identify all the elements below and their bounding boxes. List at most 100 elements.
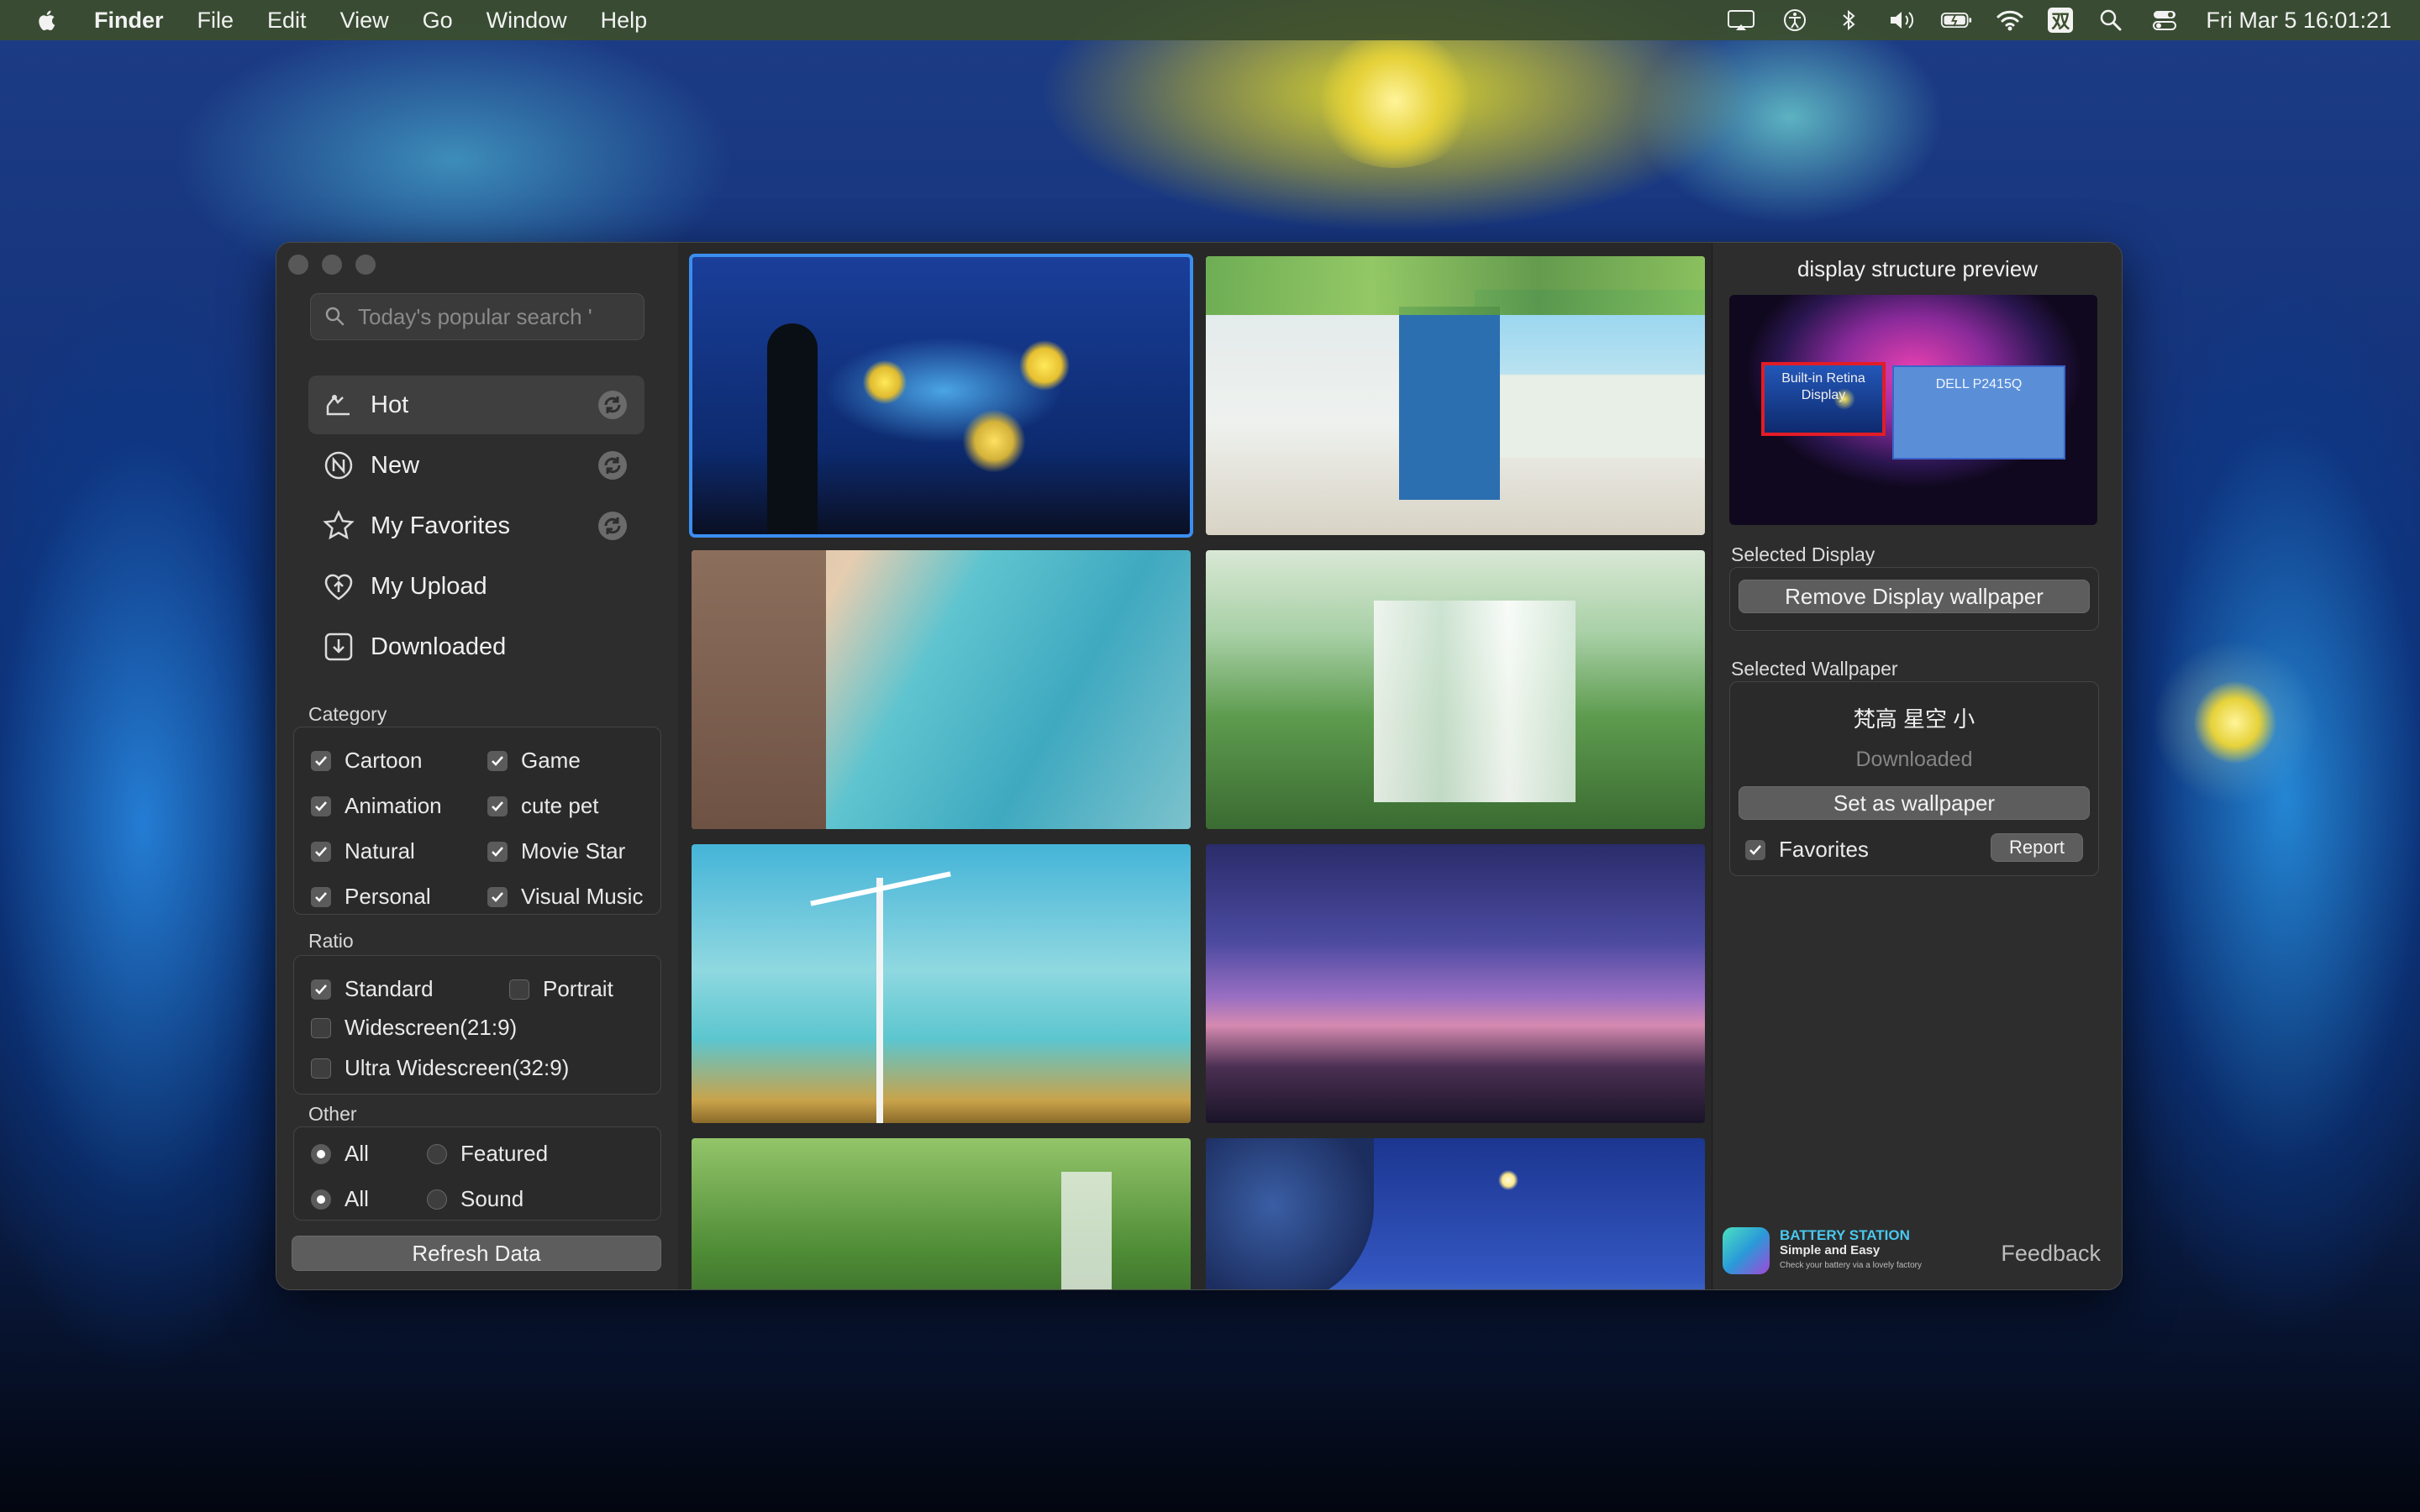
wifi-icon[interactable] <box>1994 8 2026 33</box>
nav-item-new[interactable]: New <box>308 436 644 495</box>
wallpaper-grid[interactable] <box>678 243 1712 1289</box>
menu-help[interactable]: Help <box>601 8 648 34</box>
menu-view[interactable]: View <box>340 8 389 34</box>
thumbnail-art <box>767 323 818 533</box>
wallpaper-thumbnail-starry-night[interactable] <box>689 254 1193 538</box>
refresh-new-icon[interactable] <box>596 449 629 482</box>
thumbnail-art <box>1399 307 1500 500</box>
checkbox-checked-icon <box>487 750 508 771</box>
category-personal[interactable]: Personal <box>311 884 431 910</box>
nav-item-label: My Upload <box>371 572 487 600</box>
other-row1-all[interactable]: All <box>311 1141 369 1167</box>
download-icon <box>322 630 355 664</box>
other-row2-sound[interactable]: Sound <box>427 1186 523 1212</box>
volume-icon[interactable] <box>1886 8 1918 33</box>
favorites-label: Favorites <box>1779 837 1869 862</box>
wallpaper-star-glow <box>1311 34 1479 168</box>
close-window-button[interactable] <box>288 255 308 275</box>
menu-bar-clock[interactable]: Fri Mar 5 16:01:21 <box>2206 8 2391 34</box>
checkbox-unchecked-icon <box>311 1058 331 1079</box>
category-animation[interactable]: Animation <box>311 793 442 819</box>
report-button[interactable]: Report <box>1991 833 2083 862</box>
menu-bar-status-area: 双 Fri Mar 5 16:01:21 <box>1703 0 2391 40</box>
screen-mirroring-icon[interactable] <box>1725 8 1757 33</box>
promo-text: BATTERY STATION Simple and Easy Check yo… <box>1780 1228 1922 1273</box>
wallpaper-thumbnail-cartoon-house[interactable] <box>1206 256 1705 535</box>
bluetooth-icon[interactable] <box>1833 8 1865 33</box>
wallpaper-thumbnail-wind-turbines[interactable] <box>692 844 1191 1123</box>
display-dell-p2415q[interactable]: DELL P2415Q <box>1892 365 2065 459</box>
menu-window[interactable]: Window <box>487 8 567 34</box>
wallpaper-thumbnail-beach[interactable] <box>692 550 1191 829</box>
ratio-widescreen[interactable]: Widescreen(21:9) <box>311 1015 517 1041</box>
details-panel: display structure preview Built-in Retin… <box>1712 243 2122 1289</box>
battery-icon[interactable] <box>1940 8 1972 33</box>
thumbnail-art <box>1206 256 1705 315</box>
wallpaper-thumbnail-moon-night[interactable] <box>1206 1138 1705 1289</box>
wallpaper-thumbnail-mountain-night[interactable] <box>1206 844 1705 1123</box>
refresh-hot-icon[interactable] <box>596 388 629 422</box>
ratio-standard[interactable]: Standard <box>311 976 434 1002</box>
feedback-link[interactable]: Feedback <box>2001 1241 2101 1267</box>
category-cartoon[interactable]: Cartoon <box>311 748 423 774</box>
wallpaper-thumbnail-forest-falls[interactable] <box>692 1138 1191 1289</box>
control-center-icon[interactable] <box>2149 8 2181 33</box>
input-method-icon[interactable]: 双 <box>2048 8 2074 33</box>
star-icon <box>322 509 355 543</box>
checkbox-checked-icon <box>487 841 508 862</box>
thumbnail-art <box>1061 1172 1112 1289</box>
category-game[interactable]: Game <box>487 748 581 774</box>
wallpaper-moon-glow <box>2193 680 2277 764</box>
option-label: Featured <box>460 1141 549 1166</box>
checkbox-checked-icon <box>487 886 508 907</box>
option-label: Game <box>521 748 581 773</box>
set-as-wallpaper-button[interactable]: Set as wallpaper <box>1739 786 2090 820</box>
nav-item-label: Hot <box>371 391 409 418</box>
display-built-in-retina[interactable]: Built-in Retina Display <box>1761 362 1886 436</box>
ratio-portrait[interactable]: Portrait <box>509 976 613 1002</box>
menu-edit[interactable]: Edit <box>267 8 307 34</box>
refresh-data-button[interactable]: Refresh Data <box>292 1236 661 1271</box>
search-input[interactable] <box>356 302 637 331</box>
display-label: DELL P2415Q <box>1935 377 2023 391</box>
selected-wallpaper-label: Selected Wallpaper <box>1731 658 1898 680</box>
wallpaper-name: 梵高 星空 小 <box>1853 706 1975 732</box>
option-label: Visual Music <box>521 884 644 909</box>
accessibility-icon[interactable] <box>1779 8 1811 33</box>
menu-go[interactable]: Go <box>423 8 453 34</box>
nav-item-my-upload[interactable]: My Upload <box>308 557 644 616</box>
apple-menu-icon[interactable] <box>35 8 60 33</box>
favorites-checkbox[interactable]: Favorites <box>1745 837 1869 863</box>
other-row1-featured[interactable]: Featured <box>427 1141 548 1167</box>
nav-item-hot[interactable]: Hot <box>308 375 644 434</box>
option-label: Portrait <box>543 976 613 1001</box>
other-row2-all[interactable]: All <box>311 1186 369 1212</box>
category-movie-star[interactable]: Movie Star <box>487 838 625 864</box>
option-label: Standard <box>345 976 434 1001</box>
nav-item-downloaded[interactable]: Downloaded <box>308 617 644 676</box>
remove-display-wallpaper-button[interactable]: Remove Display wallpaper <box>1739 580 2090 613</box>
promo-tagline: Check your battery via a lovely factory <box>1780 1261 1922 1270</box>
category-cute-pet[interactable]: cute pet <box>487 793 599 819</box>
radio-unselected-icon <box>427 1143 447 1164</box>
wallpaper-thumbnail-waterfall[interactable] <box>1206 550 1705 829</box>
minimize-window-button[interactable] <box>322 255 342 275</box>
zoom-window-button[interactable] <box>355 255 376 275</box>
option-label: All <box>345 1141 369 1166</box>
selected-wallpaper-group: 梵高 星空 小 Downloaded Set as wallpaper Favo… <box>1729 681 2099 876</box>
category-group: Cartoon Game Animation cute pet Natural … <box>293 727 661 915</box>
search-box <box>310 293 644 340</box>
category-natural[interactable]: Natural <box>311 838 415 864</box>
category-visual-music[interactable]: Visual Music <box>487 884 643 910</box>
spotlight-search-icon[interactable] <box>2095 8 2127 33</box>
option-label: Personal <box>345 884 431 909</box>
thumbnail-art <box>1206 1138 1374 1289</box>
new-icon <box>322 449 355 482</box>
hot-icon <box>322 388 355 422</box>
menu-app-name[interactable]: Finder <box>94 8 164 34</box>
battery-station-promo[interactable]: BATTERY STATION Simple and Easy Check yo… <box>1723 1227 1922 1274</box>
ratio-ultra-widescreen[interactable]: Ultra Widescreen(32:9) <box>311 1055 569 1081</box>
menu-file[interactable]: File <box>197 8 234 34</box>
refresh-favorites-icon[interactable] <box>596 509 629 543</box>
nav-item-my-favorites[interactable]: My Favorites <box>308 496 644 555</box>
